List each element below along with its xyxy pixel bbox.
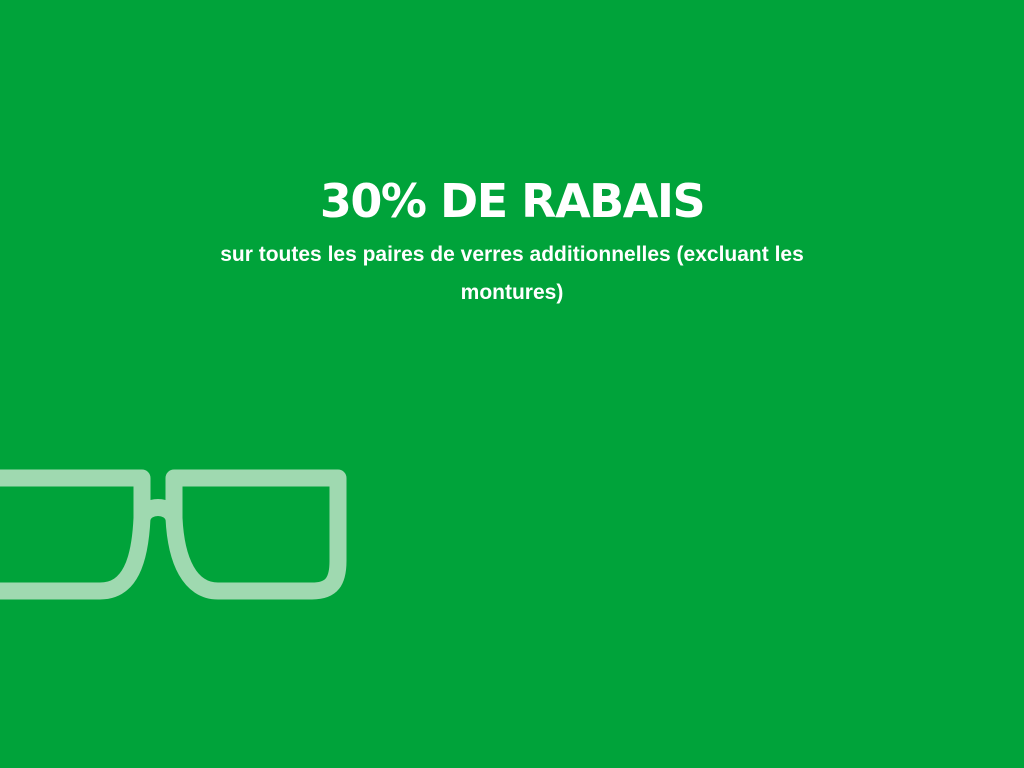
promo-headline: 30% DE RABAIS xyxy=(319,174,706,228)
left-lens-outline xyxy=(0,469,151,600)
eyeglasses-frame xyxy=(0,469,347,600)
right-lens-outline xyxy=(165,469,347,600)
eyeglasses-icon xyxy=(0,469,347,600)
promo-banner: 30% DE RABAIS sur toutes les paires de v… xyxy=(0,0,1024,768)
promo-subline: sur toutes les paires de verres addition… xyxy=(220,243,804,304)
